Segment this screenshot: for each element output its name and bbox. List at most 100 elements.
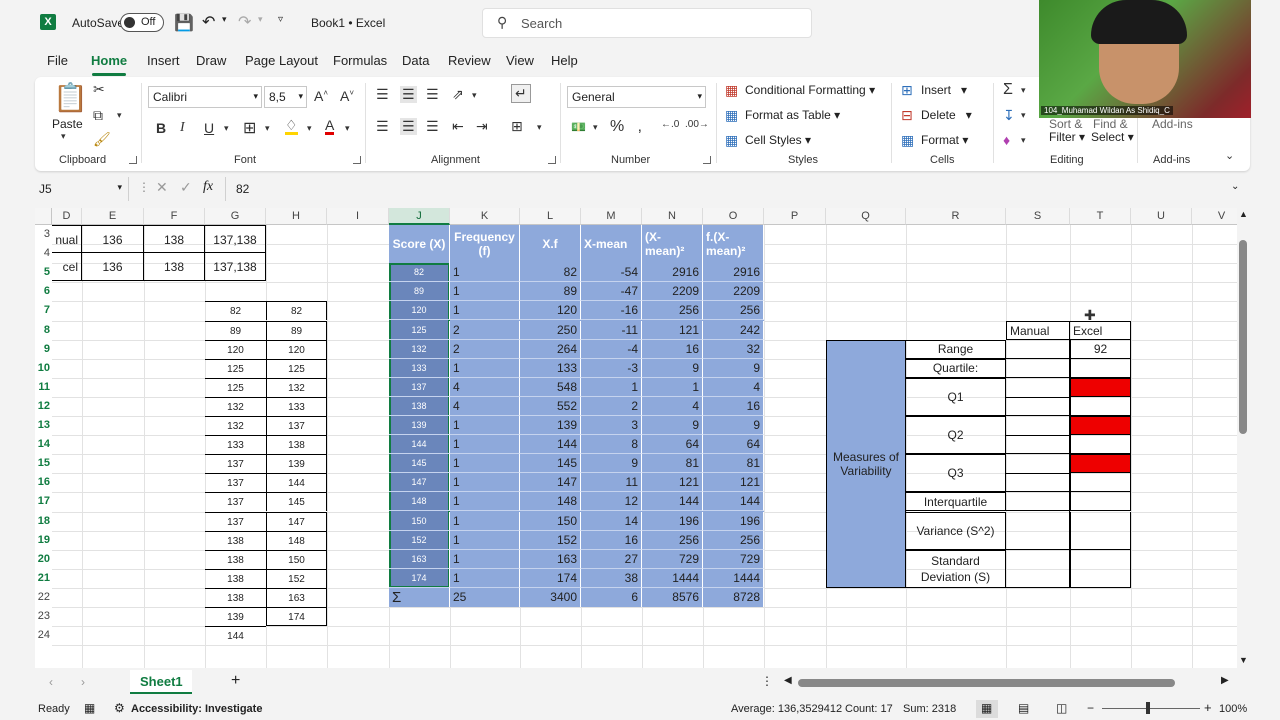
range-excel-value[interactable]: 92 — [1070, 340, 1131, 359]
manual-value-cell[interactable] — [1006, 550, 1070, 588]
format-cells-icon[interactable]: ▦ — [901, 132, 914, 149]
frequency-cell[interactable]: 11 — [581, 473, 642, 493]
frequency-cell[interactable]: 9 — [703, 358, 764, 378]
manual-value-cell[interactable] — [1006, 512, 1070, 550]
frequency-cell[interactable]: 1 — [450, 282, 520, 302]
score-list-cell[interactable]: 145 — [266, 492, 327, 512]
row-header[interactable]: 19 — [35, 534, 52, 553]
tab-page-layout[interactable]: Page Layout — [245, 53, 318, 68]
frequency-cell[interactable]: 121 — [642, 473, 703, 493]
row-header[interactable]: 21 — [35, 572, 52, 591]
score-list-cell[interactable]: 132 — [266, 377, 327, 397]
summary-cell[interactable]: 138 — [144, 253, 205, 282]
summary-cell[interactable]: 136 — [82, 225, 144, 253]
page-layout-view-icon[interactable]: ▤ — [1018, 701, 1029, 715]
row-header[interactable]: 6 — [35, 285, 52, 304]
sorted-score-cell[interactable]: 144 — [205, 626, 266, 645]
fill-icon[interactable]: ↧ — [1003, 107, 1015, 124]
hscroll-left-icon[interactable]: ◀ — [784, 675, 792, 686]
font-size-select[interactable]: 8,5 ▾ — [264, 86, 307, 108]
summary-cell[interactable]: 137,138 — [205, 225, 266, 253]
row-header[interactable]: 9 — [35, 343, 52, 362]
scroll-sheets-right-icon[interactable]: › — [81, 675, 85, 689]
frequency-cell[interactable]: 1 — [450, 263, 520, 283]
column-header[interactable]: J — [389, 208, 450, 225]
borders-dropdown-icon[interactable]: ▾ — [265, 123, 270, 134]
column-header[interactable]: N — [642, 208, 703, 225]
decrease-decimal-icon[interactable]: .00→ — [685, 119, 709, 130]
quartile-label[interactable]: Quartile: — [906, 358, 1006, 378]
align-top-icon[interactable]: ☰ — [376, 86, 389, 103]
format-painter-icon[interactable]: 🖌 — [93, 131, 111, 148]
column-header[interactable]: H — [266, 208, 327, 225]
row-header[interactable]: 4 — [35, 247, 52, 266]
sorted-score-cell[interactable]: 137 — [205, 473, 266, 492]
excel-value-cell[interactable] — [1070, 511, 1131, 550]
row-header[interactable]: 11 — [35, 381, 52, 400]
frequency-cell[interactable]: 16 — [703, 396, 764, 416]
frequency-cell[interactable]: 144 — [703, 492, 764, 512]
sorted-score-cell[interactable]: 138 — [205, 549, 266, 569]
summary-cell[interactable]: cel — [52, 253, 82, 282]
score-cell[interactable]: 120 — [389, 301, 450, 321]
frequency-cell[interactable]: 120 — [520, 301, 581, 321]
score-cell[interactable]: 147 — [389, 473, 450, 493]
accessibility-icon[interactable]: ⚙ — [114, 701, 125, 715]
score-list-cell[interactable]: 150 — [266, 549, 327, 569]
sorted-score-cell[interactable]: 82 — [205, 301, 266, 320]
redo-dropdown-icon[interactable]: ▾ — [258, 14, 263, 25]
manual-value-cell[interactable] — [1006, 359, 1070, 378]
frequency-cell[interactable]: 1 — [450, 358, 520, 378]
column-header[interactable]: E — [82, 208, 144, 225]
vertical-scrollbar[interactable] — [1239, 240, 1247, 434]
frequency-cell[interactable]: 1 — [450, 473, 520, 493]
sorted-score-cell[interactable]: 133 — [205, 435, 266, 454]
increase-font-size-icon[interactable]: A˄ — [314, 88, 328, 104]
percent-style-icon[interactable]: % — [610, 118, 624, 136]
frequency-cell[interactable]: 256 — [703, 530, 764, 550]
zoom-slider-thumb[interactable] — [1146, 702, 1150, 714]
sorted-score-cell[interactable]: 138 — [205, 568, 266, 588]
score-cell[interactable]: 145 — [389, 454, 450, 474]
font-launcher-icon[interactable] — [353, 156, 361, 164]
row-header[interactable]: 10 — [35, 362, 52, 381]
fill-dropdown-icon[interactable]: ▾ — [1021, 110, 1026, 121]
increase-decimal-icon[interactable]: ←.0 — [661, 119, 679, 130]
frequency-cell[interactable]: 2 — [581, 396, 642, 416]
summary-cell[interactable]: nual — [52, 225, 82, 253]
undo-dropdown-icon[interactable]: ▾ — [222, 14, 227, 25]
column-header[interactable]: I — [327, 208, 389, 225]
copy-dropdown-icon[interactable]: ▾ — [117, 110, 122, 121]
wrap-text-icon[interactable]: ↵ — [511, 84, 531, 103]
frequency-cell[interactable]: 64 — [703, 435, 764, 455]
insert-cells-icon[interactable]: ⊞ — [901, 82, 913, 99]
row-header[interactable]: 7 — [35, 304, 52, 323]
font-name-select[interactable]: Calibri ▾ — [148, 86, 262, 108]
frequency-cell[interactable]: 81 — [642, 454, 703, 474]
frequency-cell[interactable]: 1 — [450, 568, 520, 588]
score-list-cell[interactable]: 152 — [266, 568, 327, 588]
score-cell[interactable]: 144 — [389, 435, 450, 455]
borders-icon[interactable]: ⊞ — [243, 118, 256, 138]
frequency-cell[interactable]: 552 — [520, 396, 581, 416]
score-cell[interactable]: 89 — [389, 282, 450, 302]
frequency-header-cell[interactable]: (X-mean)² — [642, 225, 703, 264]
orientation-icon[interactable]: ⇗ — [452, 86, 464, 103]
score-list-cell[interactable]: 82 — [266, 301, 327, 321]
row-header[interactable]: 15 — [35, 457, 52, 476]
sorted-score-cell[interactable]: 132 — [205, 396, 266, 416]
name-box[interactable]: J5 ▾ — [35, 177, 129, 201]
range-label[interactable]: Range — [906, 339, 1006, 359]
frequency-cell[interactable]: 4 — [450, 377, 520, 397]
frequency-cell[interactable]: 4 — [450, 396, 520, 416]
frequency-cell[interactable]: 145 — [520, 454, 581, 474]
formula-input[interactable]: 82 — [236, 182, 249, 196]
sheet-tab-sheet1[interactable]: Sheet1 — [130, 670, 192, 694]
insert-function-icon[interactable]: fx — [203, 179, 213, 195]
paste-dropdown-icon[interactable]: ▾ — [61, 131, 66, 142]
frequency-cell[interactable]: 152 — [520, 530, 581, 550]
frequency-cell[interactable]: 729 — [642, 549, 703, 569]
frequency-cell[interactable]: 250 — [520, 320, 581, 340]
sorted-score-cell[interactable]: 125 — [205, 377, 266, 397]
frequency-cell[interactable]: 1444 — [703, 568, 764, 588]
